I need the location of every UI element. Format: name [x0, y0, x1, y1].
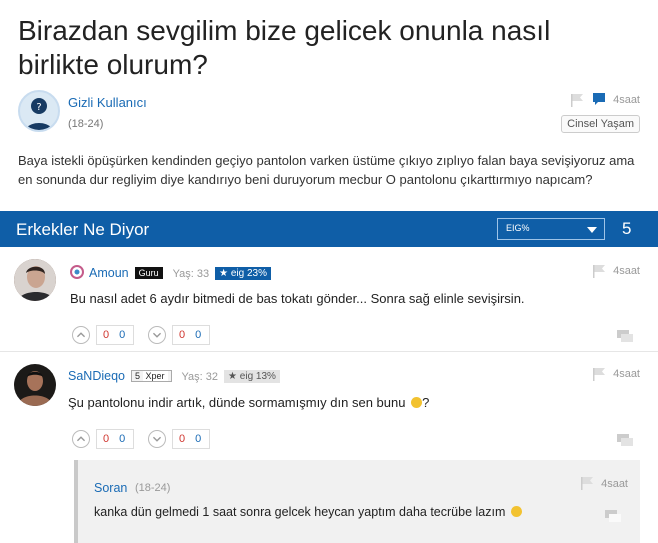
user-avatar[interactable]: [14, 364, 56, 406]
question-time: 4saat: [613, 94, 640, 106]
user-name[interactable]: SaNDieqo: [68, 369, 125, 383]
asker-age: (18-24): [68, 118, 104, 130]
reply-icon[interactable]: [616, 433, 634, 447]
flag-icon[interactable]: [580, 476, 594, 490]
flag-icon[interactable]: [570, 93, 584, 107]
chevron-down-icon: [587, 227, 597, 233]
answer-time: 4saat: [613, 368, 640, 380]
comment-icon[interactable]: [592, 92, 606, 106]
vote-count-blue: 0: [195, 433, 202, 445]
vote-count-blue: 0: [119, 433, 126, 445]
user-photo-icon: [14, 364, 56, 406]
answer-item: SaNDieqo 5 Xper Yaş: 32 ★ eig 13% 4saat Şu …: [0, 352, 658, 458]
xper-icon: [70, 265, 84, 279]
vote-count-red: 0: [179, 329, 186, 341]
answer-header: SaNDieqo 5 Xper Yaş: 32 ★ eig 13%: [68, 369, 280, 387]
answer-text-end: ?: [422, 395, 430, 410]
level-badge[interactable]: 5 Xper: [130, 370, 172, 382]
vote-count-red: 0: [179, 433, 186, 445]
star-icon: ★: [228, 371, 237, 382]
asker-name[interactable]: Gizli Kullanıcı: [68, 95, 147, 110]
user-photo-icon: [14, 259, 56, 301]
mh-score-text: eig 23%: [230, 268, 268, 279]
vote-count-blue: 0: [195, 329, 202, 341]
question-meta: 4saat Cinsel Yaşam: [520, 90, 640, 135]
vote-row: 00 00: [72, 325, 232, 345]
vote-row: 00 00: [72, 429, 232, 449]
filter-value: EIG%: [506, 223, 530, 233]
user-avatar[interactable]: [14, 259, 56, 301]
question-title: Birazdan sevgilim bize gelicek onunla na…: [18, 15, 551, 80]
smiley-icon: [411, 397, 423, 408]
flag-icon[interactable]: [592, 367, 606, 381]
level-name: Xper: [142, 371, 168, 381]
reply-time: 4saat: [601, 478, 628, 490]
user-age: Yaş: 33: [172, 268, 210, 280]
answer-text-body: Şu pantolonu indir artık, dünde sormamış…: [68, 395, 406, 410]
answer-item: Amoun Guru Yaş: 33 ★ eig 23% 4saat Bu nasıl…: [0, 247, 658, 351]
answer-text: Bu nasıl adet 6 aydır bitmedi de bas tok…: [70, 291, 525, 306]
reply-text-body: kanka dün gelmedi 1 saat sonra gelcek he…: [94, 505, 506, 519]
reply-age: (18-24): [135, 482, 171, 494]
most-helpful-score: ★ eig 13%: [224, 370, 280, 383]
vote-count-red: 0: [103, 433, 110, 445]
question-body: Baya istekli öpüşürken kendinden geçiyo …: [18, 153, 635, 187]
asker-reply: Soran (18-24) 4saat kanka dün gelmedi 1 …: [74, 460, 640, 543]
downvote-counts: 00: [172, 429, 210, 449]
downvote-icon[interactable]: [148, 326, 166, 344]
upvote-counts: 00: [96, 429, 134, 449]
most-helpful-score: ★ eig 23%: [215, 267, 272, 280]
anonymous-avatar[interactable]: ?: [18, 90, 60, 132]
reply-icon[interactable]: [616, 329, 634, 343]
vote-count-red: 0: [103, 329, 110, 341]
answers-header: Erkekler Ne Diyor EIG% 5: [0, 211, 658, 247]
reply-author[interactable]: Soran: [94, 481, 127, 495]
answer-header: Amoun Guru Yaş: 33 ★ eig 23%: [70, 265, 272, 283]
anonymous-user-icon: ?: [25, 98, 53, 130]
category-tag[interactable]: Cinsel Yaşam: [561, 115, 640, 133]
downvote-icon[interactable]: [148, 430, 166, 448]
upvote-counts: 00: [96, 325, 134, 345]
level-badge[interactable]: Guru: [134, 267, 163, 279]
user-name[interactable]: Amoun: [89, 266, 129, 280]
star-icon: ★: [219, 268, 229, 279]
user-age: Yaş: 32: [181, 371, 219, 383]
answer-time: 4saat: [613, 265, 640, 277]
answer-count: 5: [622, 219, 632, 238]
answers-header-title: Erkekler Ne Diyor: [16, 220, 150, 239]
downvote-counts: 00: [172, 325, 210, 345]
vote-count-blue: 0: [119, 329, 126, 341]
svg-text:?: ?: [36, 102, 41, 113]
upvote-icon[interactable]: [72, 430, 90, 448]
flag-icon[interactable]: [592, 264, 606, 278]
reply-text: kanka dün gelmedi 1 saat sonra gelcek he…: [94, 505, 522, 519]
answer-text: Şu pantolonu indir artık, dünde sormamış…: [68, 395, 429, 410]
smiley-icon: [510, 506, 522, 517]
upvote-icon[interactable]: [72, 326, 90, 344]
reply-icon[interactable]: [604, 509, 622, 523]
level-number: 5: [134, 371, 140, 381]
answer-filter-select[interactable]: EIG%: [497, 218, 605, 240]
mh-score-text: eig 13%: [239, 371, 276, 382]
